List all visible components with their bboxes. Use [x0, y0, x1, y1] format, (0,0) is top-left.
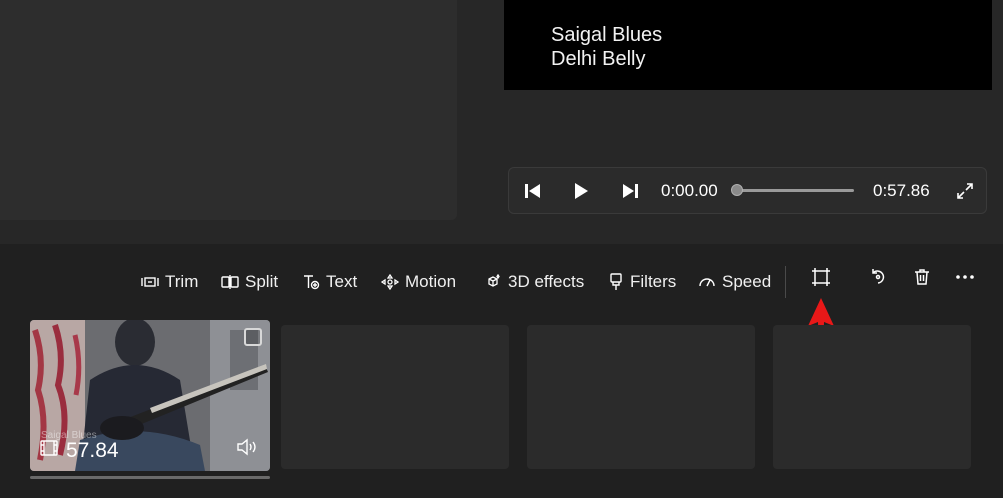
filters-button[interactable]: Filters — [608, 262, 676, 302]
preview-text-line-1: Saigal Blues — [551, 24, 663, 46]
timeline-clip[interactable]: Saigal Blues 57.84 — [30, 320, 270, 471]
speed-label: Speed — [722, 272, 772, 291]
play-button[interactable] — [565, 168, 597, 213]
motion-button[interactable]: Motion — [381, 262, 456, 302]
toolbar-divider — [785, 266, 786, 298]
play-icon — [575, 182, 588, 199]
filters-label: Filters — [630, 272, 677, 291]
text-button[interactable]: Text — [302, 262, 357, 302]
more-icon — [956, 275, 974, 279]
rotate-icon — [872, 269, 885, 284]
clip-progress-bar — [30, 476, 270, 479]
3d-effects-button[interactable]: 3D effects — [484, 262, 584, 302]
speed-button[interactable]: Speed — [698, 262, 771, 302]
film-icon — [40, 440, 58, 461]
trim-label: Trim — [165, 272, 199, 291]
split-icon — [221, 275, 239, 289]
expand-icon — [957, 182, 973, 199]
crop-icon — [812, 268, 830, 286]
text-icon — [304, 275, 320, 290]
skip-forward-icon — [623, 183, 638, 198]
skip-forward-button[interactable] — [614, 168, 646, 213]
skip-back-button[interactable] — [517, 168, 549, 213]
video-preview[interactable]: Saigal Blues Delhi Belly — [504, 0, 992, 90]
empty-timeline-slot[interactable] — [527, 325, 755, 469]
fullscreen-button[interactable] — [951, 168, 979, 213]
edit-toolbar: Trim Split Text Motion 3D effects Filter… — [0, 262, 1003, 302]
empty-timeline-slot[interactable] — [773, 325, 971, 469]
project-library-panel — [0, 0, 457, 220]
rotate-button[interactable] — [863, 262, 893, 292]
split-button[interactable]: Split — [221, 262, 278, 302]
speed-icon — [699, 278, 715, 287]
audio-icon[interactable] — [236, 438, 260, 461]
filters-icon — [610, 273, 622, 290]
more-button[interactable] — [950, 262, 980, 292]
playback-controls: 0:00.00 0:57.86 — [508, 167, 987, 214]
preview-text-line-2: Delhi Belly — [551, 48, 646, 70]
clip-select-checkbox[interactable] — [244, 328, 262, 346]
motion-label: Motion — [405, 272, 457, 291]
total-time: 0:57.86 — [873, 181, 930, 200]
3d-effects-icon — [488, 274, 500, 287]
delete-icon — [915, 269, 929, 285]
trim-button[interactable]: Trim — [141, 262, 198, 302]
text-label: Text — [326, 272, 358, 291]
crop-button[interactable] — [806, 262, 836, 292]
motion-icon — [381, 274, 399, 290]
split-label: Split — [245, 272, 279, 291]
seek-handle[interactable] — [731, 184, 743, 196]
current-time: 0:00.00 — [661, 181, 718, 200]
3d-effects-label: 3D effects — [508, 272, 585, 291]
empty-timeline-slot[interactable] — [281, 325, 509, 469]
seek-bar[interactable] — [736, 189, 854, 192]
clip-duration: 57.84 — [66, 439, 119, 462]
trim-icon — [141, 277, 159, 287]
delete-button[interactable] — [907, 262, 937, 292]
skip-back-icon — [525, 183, 540, 198]
